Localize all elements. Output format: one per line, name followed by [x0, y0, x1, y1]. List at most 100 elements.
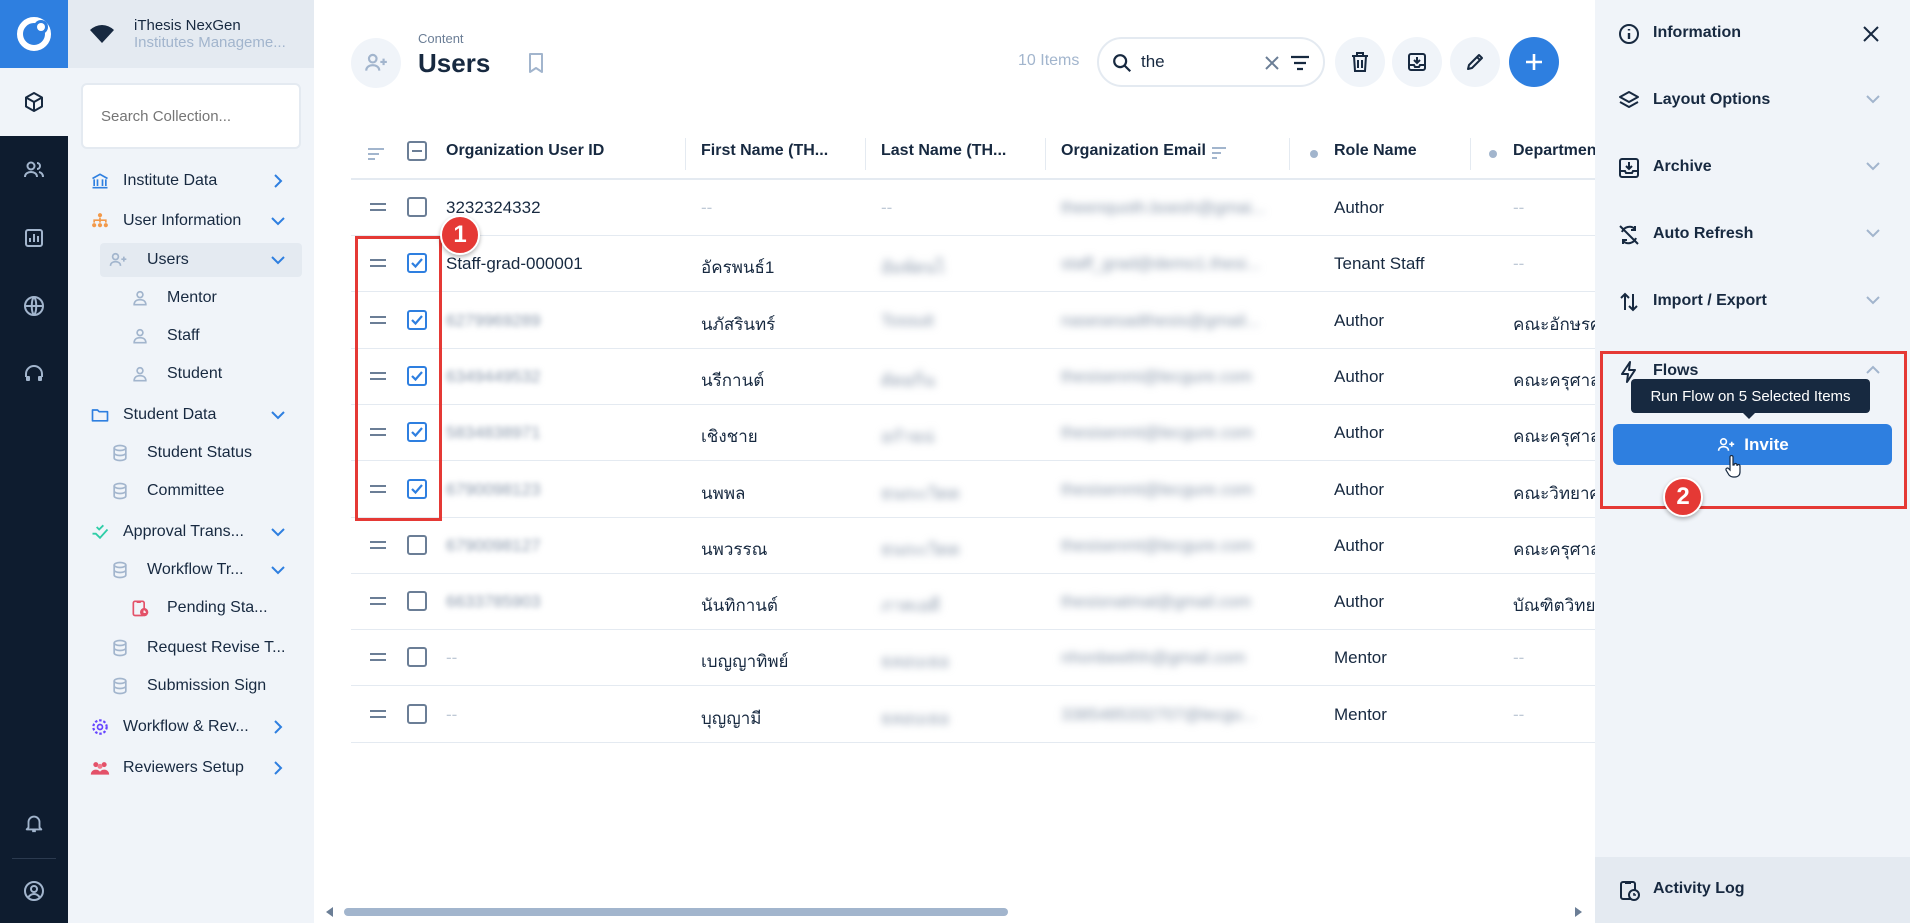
table-row[interactable]: -- บุญญามี ธลอบเธอ 3385485332707@lecgu... Me…	[351, 687, 1595, 743]
chevron-right-icon[interactable]	[270, 760, 286, 776]
clear-search-icon[interactable]	[1262, 53, 1282, 73]
row-checkbox[interactable]	[407, 478, 427, 499]
activity-log-item[interactable]: Activity Log	[1595, 857, 1910, 923]
create-item-button[interactable]	[1509, 37, 1559, 87]
drag-handle-icon[interactable]	[369, 709, 387, 719]
column-divider[interactable]	[1470, 138, 1471, 170]
globe-module-button[interactable]	[0, 272, 68, 340]
scroll-right-icon[interactable]	[1574, 906, 1584, 918]
row-checkbox[interactable]	[407, 591, 427, 612]
sidebar-item-layout-options[interactable]: Layout Options	[1595, 67, 1910, 134]
sidebar-item-archive[interactable]: Archive	[1595, 134, 1910, 201]
sidebar-item-information[interactable]: Information	[1595, 0, 1910, 67]
search-collection-input[interactable]	[81, 83, 301, 149]
column-header-first-name[interactable]: First Name (TH...	[701, 142, 828, 160]
row-checkbox[interactable]	[407, 365, 427, 386]
users-module-button[interactable]	[0, 136, 68, 204]
chevron-down-icon[interactable]	[270, 524, 286, 540]
nav-item-8[interactable]: Committee	[68, 474, 314, 508]
sort-options-icon[interactable]	[367, 146, 385, 162]
search-input[interactable]: the	[1097, 37, 1325, 87]
nav-item-3[interactable]: Mentor	[68, 281, 314, 315]
table-row[interactable]: 6790098127 นพวรรณ ธนถะเวิดด thesisenmt@lecg…	[351, 518, 1621, 574]
nav-item-6[interactable]: Student Data	[68, 398, 314, 432]
drag-handle-icon[interactable]	[369, 427, 387, 437]
drag-handle-icon[interactable]	[369, 371, 387, 381]
close-icon[interactable]	[1861, 24, 1881, 44]
table-row[interactable]: Staff-grad-000001 อัครพนธ์1 อัมพ์ดนไ staff_…	[351, 236, 1595, 293]
nav-item-10[interactable]: Workflow Tr...	[68, 553, 314, 587]
nav-item-1[interactable]: User Information	[68, 204, 314, 238]
nav-item-5[interactable]: Student	[68, 357, 314, 391]
chevron-down-icon[interactable]	[270, 562, 286, 578]
nav-item-4[interactable]: Staff	[68, 319, 314, 353]
drag-handle-icon[interactable]	[369, 596, 387, 606]
archive-button[interactable]	[1392, 37, 1442, 87]
chevron-right-icon[interactable]	[270, 173, 286, 189]
insights-module-button[interactable]	[0, 204, 68, 272]
nav-item-11[interactable]: Pending Sta...	[68, 591, 314, 625]
chevron-right-icon[interactable]	[270, 719, 286, 735]
sidebar-item-import-export[interactable]: Import / Export	[1595, 268, 1910, 335]
project-subtitle: Institutes Manageme...	[134, 34, 286, 51]
table-row[interactable]: 6790098123 นพพล ธนถะเวิดด thesisenmt@lecgur…	[351, 462, 1623, 518]
column-header-department[interactable]: Departmen	[1513, 142, 1597, 160]
sidebar-item-auto-refresh[interactable]: Auto Refresh	[1595, 201, 1910, 268]
filter-icon[interactable]	[1289, 53, 1311, 73]
breadcrumb[interactable]: Content	[418, 31, 464, 46]
content-module-button[interactable]	[0, 68, 68, 136]
table-row[interactable]: 6633785903 นันทิกานต์ ภาคเอดี thesisnatmal@…	[351, 574, 1623, 631]
column-divider[interactable]	[865, 138, 866, 170]
table-row[interactable]: 6279969289 นภัสรินทร์ Tossuit nasesesadthes…	[351, 293, 1623, 349]
chevron-down-icon[interactable]	[270, 213, 286, 229]
table-row[interactable]: 3232324332 -- -- theenquoth.boesh@gmai... Au…	[351, 180, 1595, 236]
row-checkbox[interactable]	[407, 422, 427, 443]
drag-handle-icon[interactable]	[369, 540, 387, 550]
table-row[interactable]: 5834838971 เชิงชาย อกำฉน่ thesisenmt@lecgur…	[351, 405, 1621, 462]
select-all-checkbox[interactable]	[407, 141, 427, 161]
drag-handle-icon[interactable]	[369, 484, 387, 494]
nav-item-2[interactable]: Users	[68, 243, 314, 277]
row-checkbox[interactable]	[407, 534, 427, 555]
scroll-left-icon[interactable]	[324, 906, 334, 918]
horizontal-scrollbar[interactable]	[344, 908, 1008, 916]
notifications-button[interactable]	[0, 789, 68, 857]
row-checkbox[interactable]	[407, 197, 427, 217]
column-header-last-name[interactable]: Last Name (TH...	[881, 142, 1006, 160]
row-checkbox[interactable]	[407, 309, 427, 330]
row-checkbox[interactable]	[407, 647, 427, 668]
batch-edit-button[interactable]	[1450, 37, 1500, 87]
column-divider[interactable]	[1045, 138, 1046, 170]
chevron-down-icon[interactable]	[270, 252, 286, 268]
sort-icon[interactable]	[1211, 146, 1227, 160]
user-profile-button[interactable]	[0, 857, 68, 923]
column-header-email[interactable]: Organization Email	[1061, 142, 1206, 160]
chevron-down-icon[interactable]	[270, 407, 286, 423]
bookmark-button[interactable]	[526, 52, 546, 74]
row-checkbox[interactable]	[407, 253, 427, 274]
row-checkbox[interactable]	[407, 703, 427, 724]
table-row[interactable]: 6349449532 นรีกานต์ ดัดยกิ่น thesisenmi@lec…	[351, 349, 1621, 405]
nav-item-9[interactable]: Approval Trans...	[68, 515, 314, 549]
nav-item-7[interactable]: Student Status	[68, 436, 314, 470]
support-module-button[interactable]	[0, 340, 68, 408]
nav-item-15[interactable]: Reviewers Setup	[68, 751, 314, 785]
column-header-role[interactable]: Role Name	[1334, 142, 1417, 160]
app-logo[interactable]	[0, 0, 68, 68]
drag-handle-icon[interactable]	[369, 202, 387, 212]
column-divider[interactable]	[685, 138, 686, 170]
nav-item-0[interactable]: Institute Data	[68, 164, 314, 198]
nav-item-14[interactable]: Workflow & Rev...	[68, 710, 314, 744]
column-divider[interactable]	[1289, 138, 1290, 170]
table-row[interactable]: -- เบญญาทิพย์ ธลอบเธอ nhonbeethh@gmail.com M…	[351, 630, 1595, 687]
nav-item-12[interactable]: Request Revise T...	[68, 631, 314, 665]
drag-handle-icon[interactable]	[369, 258, 387, 268]
delete-button[interactable]	[1335, 37, 1385, 87]
project-header[interactable]: iThesis NexGen Institutes Manageme...	[68, 0, 314, 68]
nav-item-13[interactable]: Submission Sign	[68, 669, 314, 703]
column-header-user-id[interactable]: Organization User ID	[446, 142, 604, 160]
drag-handle-icon[interactable]	[369, 652, 387, 662]
search-query[interactable]: the	[1141, 52, 1165, 72]
drag-handle-icon[interactable]	[369, 315, 387, 325]
invite-flow-button[interactable]: Invite	[1613, 424, 1892, 465]
